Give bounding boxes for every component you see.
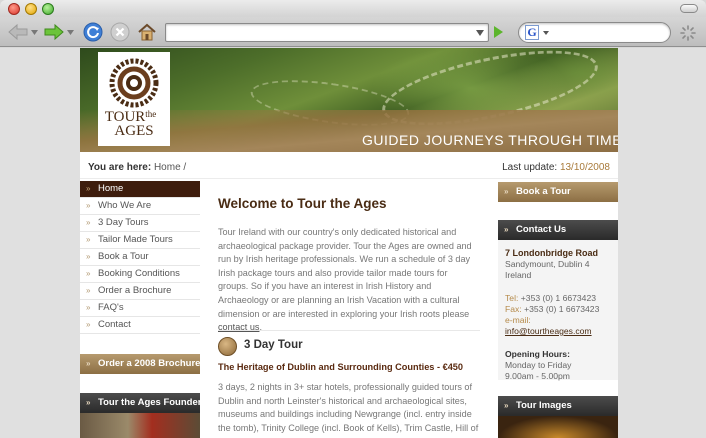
nav-item-booking-conditions[interactable]: » Booking Conditions: [80, 266, 200, 283]
window-titlebar: [0, 0, 706, 17]
url-history-dropdown-icon[interactable]: [476, 30, 484, 36]
site-logo[interactable]: TOURthe AGES: [98, 52, 170, 146]
order-brochure-button[interactable]: » Order a 2008 Brochure: [80, 354, 200, 374]
address-line: Sandymount, Dublin 4: [505, 259, 590, 269]
book-tour-button[interactable]: » Book a Tour: [498, 182, 618, 202]
hours-time: 9.00am - 5.00pm: [505, 371, 570, 381]
bullet-icon: »: [86, 252, 91, 261]
forward-button[interactable]: [42, 21, 66, 43]
email-link[interactable]: info@tourtheages.com: [505, 326, 592, 336]
back-history-button[interactable]: [30, 21, 38, 43]
nav-item-faqs[interactable]: » FAQ's: [80, 300, 200, 317]
hours-days: Monday to Friday: [505, 360, 572, 370]
bullet-icon: »: [86, 218, 91, 227]
search-engine-icon[interactable]: G: [525, 25, 539, 40]
zoom-window-button[interactable]: [42, 3, 54, 15]
founder-heading[interactable]: » Tour the Ages Founder: [80, 393, 201, 413]
back-arrow-icon: [8, 23, 28, 41]
tour-heading: 3 Day Tour: [244, 339, 303, 351]
reload-icon: [83, 22, 103, 42]
minimize-window-button[interactable]: [25, 3, 37, 15]
toolbar-toggle-button[interactable]: [680, 4, 698, 13]
spiral-logo-icon: [109, 58, 159, 108]
intro-paragraph: Tour Ireland with our country's only ded…: [218, 227, 472, 333]
contact-panel: 7 Londonbridge Road Sandymount, Dublin 4…: [498, 240, 618, 381]
stop-icon: [110, 22, 130, 42]
stop-button[interactable]: [109, 21, 131, 43]
bullet-icon: »: [86, 286, 91, 295]
divider: [80, 178, 618, 179]
fax-line: Fax: +353 (0) 1 6673423: [505, 304, 600, 314]
address-line: 7 Londonbridge Road: [505, 248, 598, 258]
bullet-icon: »: [504, 401, 509, 410]
email-label: e-mail:: [505, 315, 531, 325]
last-update-date: 13/10/2008: [559, 162, 610, 173]
contact-heading: » Contact Us: [498, 220, 618, 240]
reload-button[interactable]: [82, 21, 104, 43]
header-banner: GUIDED JOURNEYS THROUGH TIME TOURthe AGE…: [80, 48, 618, 152]
chevron-down-icon: [66, 29, 74, 35]
founder-photo[interactable]: [80, 413, 200, 438]
address-line: Ireland: [505, 270, 532, 280]
forward-arrow-icon: [44, 23, 64, 41]
back-button[interactable]: [6, 21, 30, 43]
tour-description: 3 days, 2 nights in 3+ star hotels, prof…: [218, 382, 479, 433]
nav-item-who-we-are[interactable]: » Who We Are: [80, 198, 200, 215]
nav-item-3-day-tours[interactable]: » 3 Day Tours: [80, 215, 200, 232]
hours-heading: Opening Hours:: [505, 349, 570, 359]
bullet-icon: »: [86, 269, 91, 278]
divider: [218, 330, 480, 331]
tour-subtitle[interactable]: The Heritage of Dublin and Surrounding C…: [218, 362, 463, 372]
phone-line: Tel: +353 (0) 1 6673423: [505, 293, 597, 303]
search-input[interactable]: G: [518, 22, 671, 43]
bullet-icon: »: [86, 320, 91, 329]
nav-item-book-a-tour[interactable]: » Book a Tour: [80, 249, 200, 266]
close-window-button[interactable]: [8, 3, 20, 15]
nav-item-order-brochure[interactable]: » Order a Brochure: [80, 283, 200, 300]
site-tagline: GUIDED JOURNEYS THROUGH TIME: [362, 132, 618, 148]
chevron-down-icon: [30, 29, 38, 35]
go-button[interactable]: [494, 26, 503, 38]
tour-images-heading[interactable]: » Tour Images: [498, 396, 618, 416]
loading-spinner-icon: [680, 25, 696, 41]
nav-item-home[interactable]: » Home: [80, 181, 200, 198]
address-bar[interactable]: [165, 23, 489, 42]
bullet-icon: »: [86, 184, 91, 193]
bullet-icon: »: [504, 225, 509, 234]
tour-icon: [218, 337, 237, 356]
page-title: Welcome to Tour the Ages: [218, 196, 387, 211]
browser-toolbar: G: [0, 17, 706, 47]
chevron-down-icon[interactable]: [543, 31, 549, 35]
bullet-icon: »: [86, 303, 91, 312]
logo-wordmark: TOURthe AGES: [104, 109, 157, 139]
tour-image-thumbnail[interactable]: [498, 416, 618, 438]
home-icon: [138, 23, 156, 41]
bullet-icon: »: [86, 235, 91, 244]
home-button[interactable]: [136, 21, 158, 43]
bullet-icon: »: [86, 359, 91, 368]
bullet-icon: »: [86, 201, 91, 210]
last-update: Last update: 13/10/2008: [502, 162, 610, 173]
web-page: GUIDED JOURNEYS THROUGH TIME TOURthe AGE…: [80, 48, 618, 438]
bullet-icon: »: [504, 187, 509, 196]
forward-history-button[interactable]: [66, 21, 74, 43]
breadcrumb: You are here: Home /: [88, 162, 187, 173]
nav-item-tailor-made-tours[interactable]: » Tailor Made Tours: [80, 232, 200, 249]
sidebar-nav: » Home » Who We Are » 3 Day Tours » Tailor M…: [80, 181, 200, 334]
bullet-icon: »: [86, 398, 91, 407]
intro-section: Tour Ireland with our country's only ded…: [218, 226, 478, 335]
browser-viewport: GUIDED JOURNEYS THROUGH TIME TOURthe AGE…: [0, 48, 706, 438]
main-content: Welcome to Tour the Ages: [218, 196, 480, 211]
breadcrumb-home-link[interactable]: Home /: [154, 162, 186, 173]
nav-item-contact[interactable]: » Contact: [80, 317, 200, 334]
